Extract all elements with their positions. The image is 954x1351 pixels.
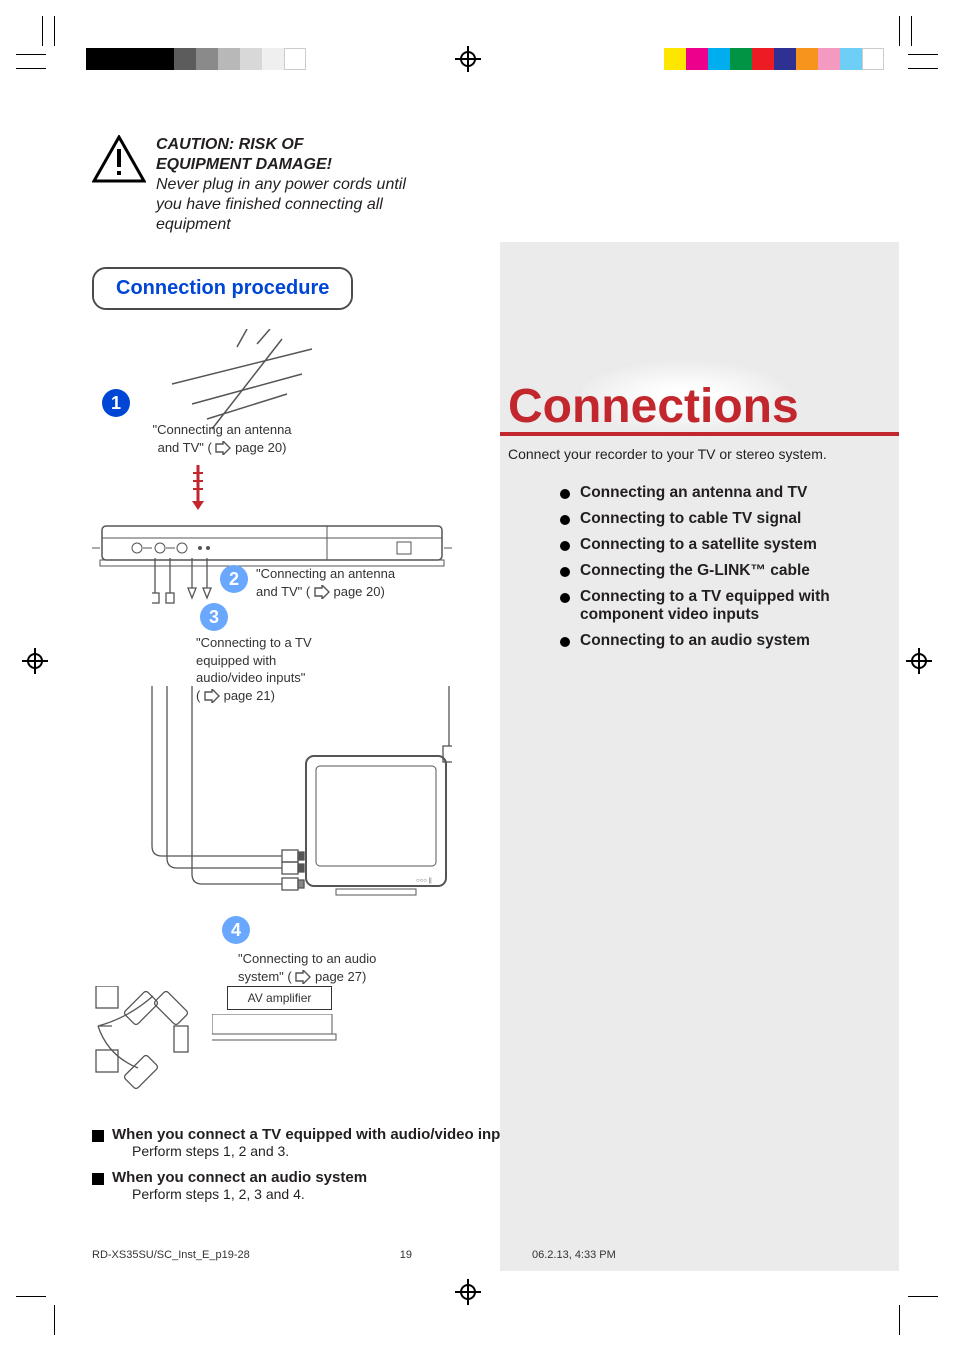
down-arrow-icon bbox=[190, 465, 206, 511]
section-subtitle: Connect your recorder to your TV or ster… bbox=[508, 446, 899, 462]
footer-timestamp: 06.2.13, 4:33 PM bbox=[532, 1249, 616, 1261]
procedure-heading: Connection procedure bbox=[92, 267, 353, 310]
step-4-badge: 4 bbox=[222, 916, 250, 944]
step-1-caption: "Connecting an antenna and TV" ( page 20… bbox=[132, 421, 312, 456]
bullet-icon bbox=[560, 515, 570, 525]
footer-page-number: 19 bbox=[400, 1249, 412, 1261]
bullet-icon bbox=[560, 637, 570, 647]
bullet-icon bbox=[560, 593, 570, 603]
toc-item: Connecting to a satellite system bbox=[560, 536, 899, 554]
bullet-icon bbox=[560, 489, 570, 499]
toc-item: Connecting to cable TV signal bbox=[560, 510, 899, 528]
page-ref-icon bbox=[215, 441, 231, 455]
speakers-illustration bbox=[92, 986, 232, 1096]
square-bullet-icon bbox=[92, 1130, 104, 1142]
toc-item: Connecting an antenna and TV bbox=[560, 484, 899, 502]
section-title: Connections bbox=[500, 242, 899, 436]
bullet-icon bbox=[560, 567, 570, 577]
caution-box: CAUTION: RISK OF EQUIPMENT DAMAGE! Never… bbox=[92, 135, 432, 235]
cable-run-illustration: ○○○ || bbox=[92, 686, 452, 916]
page-ref-icon bbox=[295, 970, 311, 984]
toc-item: Connecting the G-LINK™ cable bbox=[560, 562, 899, 580]
step-1-badge: 1 bbox=[102, 389, 130, 417]
page-ref-icon bbox=[314, 585, 330, 599]
av-amplifier-label: AV amplifier bbox=[227, 986, 332, 1010]
warning-icon bbox=[92, 135, 146, 183]
bullet-icon bbox=[560, 541, 570, 551]
step-2-badge: 2 bbox=[220, 565, 248, 593]
caution-text: CAUTION: RISK OF EQUIPMENT DAMAGE! Never… bbox=[156, 135, 432, 235]
footer-filename: RD-XS35SU/SC_Inst_E_p19-28 bbox=[92, 1249, 250, 1261]
square-bullet-icon bbox=[92, 1173, 104, 1185]
section-toc: Connecting an antenna and TV Connecting … bbox=[560, 484, 899, 650]
toc-item: Connecting to a TV equipped with compone… bbox=[560, 588, 899, 624]
step-2-caption: "Connecting an antenna and TV" ( page 20… bbox=[256, 565, 395, 600]
section-panel: Connections Connect your recorder to you… bbox=[500, 242, 899, 1271]
svg-text:○○○ ||: ○○○ || bbox=[416, 878, 432, 884]
step-4-caption: "Connecting to an audio system" ( page 2… bbox=[238, 950, 418, 985]
step-3-badge: 3 bbox=[200, 603, 228, 631]
toc-item: Connecting to an audio system bbox=[560, 632, 899, 650]
page-footer: RD-XS35SU/SC_Inst_E_p19-28 19 06.2.13, 4… bbox=[92, 1249, 899, 1261]
